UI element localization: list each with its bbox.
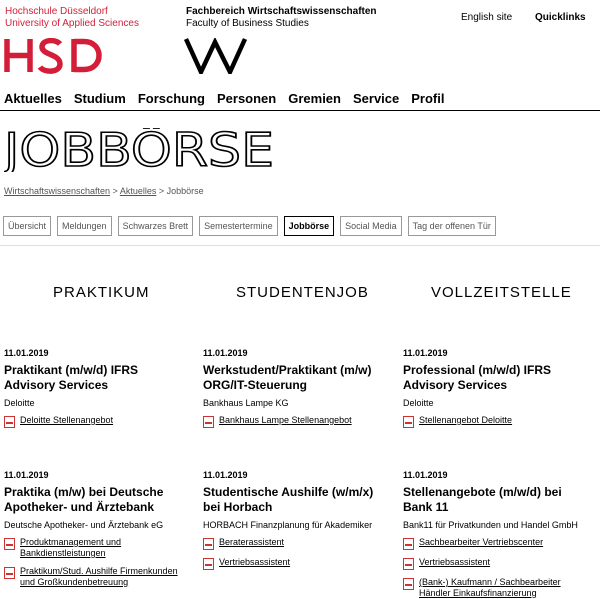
tab-meldungen[interactable]: Meldungen bbox=[57, 216, 112, 236]
pdf-icon bbox=[403, 558, 414, 570]
job-title[interactable]: Stellenangebote (m/w/d) bei Bank 11 bbox=[403, 485, 583, 515]
job-date: 11.01.2019 bbox=[4, 348, 49, 358]
job-pdf-link-label[interactable]: Sachbearbeiter Vertriebscenter bbox=[419, 537, 543, 548]
column-heading-vollzeitstelle: VOLLZEITSTELLE bbox=[431, 284, 572, 301]
job-company: Deutsche Apotheker- und Ärztebank eG bbox=[4, 520, 164, 530]
pdf-icon bbox=[403, 578, 414, 590]
page-title-text: JOBBÖRSE bbox=[4, 128, 274, 172]
job-pdf-link-label[interactable]: Vertriebsassistent bbox=[419, 557, 490, 568]
job-date: 11.01.2019 bbox=[403, 348, 448, 358]
job-pdf-link[interactable]: Sachbearbeiter Vertriebscenter bbox=[403, 537, 583, 550]
hsd-logo[interactable] bbox=[4, 38, 106, 74]
faculty-name-line2: Faculty of Business Studies bbox=[186, 18, 309, 29]
faculty-name-line1: Fachbereich Wirtschaftswissenschaften bbox=[186, 6, 377, 17]
breadcrumb: Wirtschaftswissenschaften > Aktuelles > … bbox=[4, 186, 204, 196]
job-date: 11.01.2019 bbox=[203, 470, 248, 480]
page-title: JOBBÖRSE bbox=[4, 128, 275, 172]
column-heading-studentenjob: STUDENTENJOB bbox=[236, 284, 369, 301]
breadcrumb-link-aktuelles[interactable]: Aktuelles bbox=[120, 186, 157, 196]
nav-item-studium[interactable]: Studium bbox=[74, 91, 126, 106]
job-card: 11.01.2019 Studentische Aushilfe (w/m/x)… bbox=[203, 470, 383, 570]
job-pdf-link-label[interactable]: Beraterassistent bbox=[219, 537, 284, 548]
job-date: 11.01.2019 bbox=[4, 470, 49, 480]
nav-item-service[interactable]: Service bbox=[353, 91, 399, 106]
job-pdf-link-label[interactable]: Stellenangebot Deloitte bbox=[419, 415, 512, 426]
job-pdf-link[interactable]: Vertriebsassistent bbox=[203, 557, 383, 570]
job-title[interactable]: Werkstudent/Praktikant (m/w) ORG/IT-Steu… bbox=[203, 363, 383, 393]
pdf-icon bbox=[4, 567, 15, 579]
job-pdf-link[interactable]: Produktmanagement und Bankdienstleistung… bbox=[4, 537, 184, 559]
pdf-icon bbox=[203, 538, 214, 550]
hsd-name: Hochschule Düsseldorf University of Appl… bbox=[5, 6, 139, 30]
job-title[interactable]: Professional (m/w/d) IFRS Advisory Servi… bbox=[403, 363, 583, 393]
job-pdf-link[interactable]: Bankhaus Lampe Stellenangebot bbox=[203, 415, 383, 428]
nav-item-gremien[interactable]: Gremien bbox=[288, 91, 341, 106]
job-pdf-link-label[interactable]: Vertriebsassistent bbox=[219, 557, 290, 568]
job-title[interactable]: Studentische Aushilfe (w/m/x) bei Horbac… bbox=[203, 485, 383, 515]
tab-jobboerse[interactable]: Jobbörse bbox=[283, 216, 335, 236]
breadcrumb-current: Jobbörse bbox=[166, 186, 204, 196]
tab-semestertermine[interactable]: Semestertermine bbox=[199, 216, 278, 236]
job-pdf-link-label[interactable]: Bankhaus Lampe Stellenangebot bbox=[219, 415, 352, 426]
faculty-name: Fachbereich Wirtschaftswissenschaften Fa… bbox=[186, 6, 377, 30]
pdf-icon bbox=[403, 538, 414, 550]
nav-item-forschung[interactable]: Forschung bbox=[138, 91, 205, 106]
job-pdf-link-label[interactable]: (Bank-) Kaufmann / Sachbearbeiter Händle… bbox=[419, 577, 583, 599]
job-company: Deloitte bbox=[4, 398, 35, 408]
job-company: Deloitte bbox=[403, 398, 434, 408]
nav-item-profil[interactable]: Profil bbox=[411, 91, 444, 106]
job-pdf-link[interactable]: Praktikum/Stud. Aushilfe Firmenkunden un… bbox=[4, 566, 184, 588]
pdf-icon bbox=[403, 416, 414, 428]
tab-tag-der-offenen-tuer[interactable]: Tag der offenen Tür bbox=[407, 216, 496, 236]
column-heading-praktikum: PRAKTIKUM bbox=[53, 284, 150, 301]
tabs-divider bbox=[0, 245, 600, 246]
quicklinks-menu[interactable]: Quicklinks bbox=[535, 12, 586, 23]
pdf-icon bbox=[203, 416, 214, 428]
hsd-name-line2: University of Applied Sciences bbox=[5, 18, 139, 29]
job-card: 11.01.2019 Werkstudent/Praktikant (m/w) … bbox=[203, 348, 383, 428]
job-pdf-link[interactable]: Beraterassistent bbox=[203, 537, 383, 550]
tab-uebersicht[interactable]: Übersicht bbox=[3, 216, 52, 236]
job-pdf-link[interactable]: Stellenangebot Deloitte bbox=[403, 415, 583, 428]
job-pdf-link-label[interactable]: Deloitte Stellenangebot bbox=[20, 415, 113, 426]
job-date: 11.01.2019 bbox=[203, 348, 248, 358]
job-title[interactable]: Praktikant (m/w/d) IFRS Advisory Service… bbox=[4, 363, 184, 393]
w-logo[interactable] bbox=[184, 38, 248, 74]
section-tabs: Übersicht Meldungen Schwarzes Brett Seme… bbox=[3, 216, 502, 236]
job-pdf-link[interactable]: Deloitte Stellenangebot bbox=[4, 415, 184, 428]
job-company: Bank11 für Privatkunden und Handel GmbH bbox=[403, 520, 578, 530]
nav-divider bbox=[0, 110, 600, 111]
main-navigation: Aktuelles Studium Forschung Personen Gre… bbox=[4, 91, 456, 106]
job-card: 11.01.2019 Stellenangebote (m/w/d) bei B… bbox=[403, 470, 583, 599]
job-pdf-link-label[interactable]: Praktikum/Stud. Aushilfe Firmenkunden un… bbox=[20, 566, 184, 588]
job-card: 11.01.2019 Praktikant (m/w/d) IFRS Advis… bbox=[4, 348, 184, 428]
job-date: 11.01.2019 bbox=[403, 470, 448, 480]
job-company: HORBACH Finanzplanung für Akademiker bbox=[203, 520, 373, 530]
nav-item-aktuelles[interactable]: Aktuelles bbox=[4, 91, 62, 106]
pdf-icon bbox=[4, 538, 15, 550]
english-site-link[interactable]: English site bbox=[461, 12, 512, 23]
breadcrumb-separator: > bbox=[110, 186, 120, 196]
hsd-name-line1: Hochschule Düsseldorf bbox=[5, 6, 108, 17]
job-title[interactable]: Praktika (m/w) bei Deutsche Apotheker- u… bbox=[4, 485, 184, 515]
pdf-icon bbox=[4, 416, 15, 428]
job-card: 11.01.2019 Praktika (m/w) bei Deutsche A… bbox=[4, 470, 184, 588]
breadcrumb-separator: > bbox=[156, 186, 167, 196]
job-card: 11.01.2019 Professional (m/w/d) IFRS Adv… bbox=[403, 348, 583, 428]
tab-schwarzes-brett[interactable]: Schwarzes Brett bbox=[117, 216, 194, 236]
job-pdf-link[interactable]: (Bank-) Kaufmann / Sachbearbeiter Händle… bbox=[403, 577, 583, 599]
breadcrumb-link-wirtschaftswissenschaften[interactable]: Wirtschaftswissenschaften bbox=[4, 186, 110, 196]
pdf-icon bbox=[203, 558, 214, 570]
job-pdf-link-label[interactable]: Produktmanagement und Bankdienstleistung… bbox=[20, 537, 184, 559]
nav-item-personen[interactable]: Personen bbox=[217, 91, 276, 106]
tab-social-media[interactable]: Social Media bbox=[340, 216, 402, 236]
job-pdf-link[interactable]: Vertriebsassistent bbox=[403, 557, 583, 570]
job-company: Bankhaus Lampe KG bbox=[203, 398, 289, 408]
